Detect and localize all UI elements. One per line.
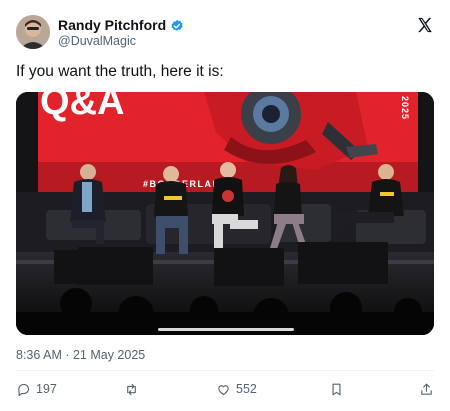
verified-badge-icon — [171, 19, 183, 31]
divider — [16, 370, 434, 371]
like-button[interactable]: 552 — [216, 378, 257, 400]
avatar[interactable] — [16, 15, 50, 49]
author-handle[interactable]: @DuvalMagic — [58, 34, 136, 49]
tweet-text: If you want the truth, here it is: — [16, 63, 224, 80]
tweet-actions: 197 552 — [16, 378, 434, 400]
bookmark-button[interactable] — [329, 378, 344, 400]
share-icon — [421, 383, 432, 395]
banner-qa-text: Q&A — [40, 92, 124, 123]
repost-icon — [127, 383, 136, 395]
repost-button[interactable] — [124, 378, 139, 400]
share-button[interactable] — [419, 378, 434, 400]
x-logo-icon[interactable] — [416, 16, 434, 34]
video-progress-bar[interactable] — [158, 328, 294, 331]
author-name-text[interactable]: Randy Pitchford — [58, 17, 166, 34]
reply-count: 197 — [36, 382, 57, 396]
bookmark-icon — [332, 383, 341, 395]
heart-icon — [218, 384, 229, 395]
like-count: 552 — [236, 382, 257, 396]
video-player[interactable]: Q&A 2025 #BORDERLANDS4 — [16, 92, 434, 335]
reply-button[interactable]: 197 — [16, 378, 57, 400]
video-frame: Q&A 2025 #BORDERLANDS4 — [16, 92, 434, 335]
tweet-header: Randy Pitchford @DuvalMagic — [16, 14, 434, 50]
tweet-timestamp[interactable]: 8:36 AM · 21 May 2025 — [16, 348, 145, 362]
reply-icon — [18, 383, 30, 396]
author-name[interactable]: Randy Pitchford — [58, 17, 184, 34]
banner-year-text: 2025 — [400, 96, 410, 120]
